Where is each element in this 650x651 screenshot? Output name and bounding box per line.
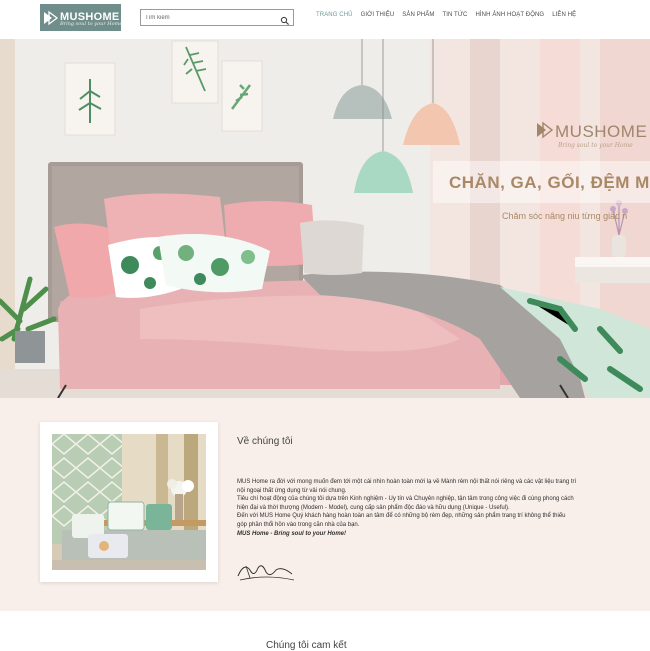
search-icon[interactable] xyxy=(280,13,290,26)
about-paragraph: Đến với MUS Home Quý khách hàng hoàn toà… xyxy=(237,513,566,528)
nav-item-about[interactable]: GIỚI THIỆU xyxy=(361,12,395,22)
hero-title: CHĂN, GA, GỐI, ĐỆM MU xyxy=(449,173,650,192)
about-slogan: MUS Home - Bring soul to your Home! xyxy=(237,530,347,537)
showroom-image xyxy=(50,433,206,570)
nav-item-gallery[interactable]: HÌNH ẢNH HOẠT ĐỘNG xyxy=(475,12,544,22)
commitment-heading: Chúng tôi cam kết xyxy=(266,640,347,651)
commitment-section: Chúng tôi cam kết xyxy=(0,611,650,651)
hero-banner[interactable]: MUSHOME Bring soul to your Home CHĂN, GA… xyxy=(0,39,650,398)
nav-item-products[interactable]: SẢN PHẨM xyxy=(402,12,434,22)
logo-mark-icon xyxy=(43,10,59,26)
logo-tagline: Bring soul to your Home xyxy=(60,21,123,27)
hero-subtitle: Chăm sóc nâng niu từng giấc n xyxy=(502,211,628,221)
about-heading: Về chúng tôi xyxy=(237,436,293,447)
search-box xyxy=(140,9,294,26)
about-photo-frame xyxy=(40,422,218,582)
site-header: MUSHOME Bring soul to your Home TRANG CH… xyxy=(0,0,650,39)
about-text: MUS Home ra đời với mong muốn đem tới mộ… xyxy=(237,478,577,538)
nav-item-news[interactable]: TIN TỨC xyxy=(442,12,467,22)
hero-logo-tagline: Bring soul to your Home xyxy=(558,142,633,149)
about-section: Về chúng tôi MUS Home ra đời với mong mu… xyxy=(0,398,650,611)
nav-item-home[interactable]: TRANG CHỦ xyxy=(316,12,353,22)
search-input[interactable] xyxy=(141,10,275,25)
hero-logo-text: MUSHOME xyxy=(555,122,648,141)
hero-logo-mark-icon xyxy=(536,121,554,144)
nav-item-contact[interactable]: LIÊN HỆ xyxy=(552,12,576,22)
main-nav: TRANG CHỦ GIỚI THIỆU SẢN PHẨM TIN TỨC HÌ… xyxy=(316,12,584,22)
about-paragraph: Tiêu chí hoạt động của chúng tôi dựa trê… xyxy=(237,496,574,511)
signature-icon xyxy=(236,558,296,584)
about-paragraph: MUS Home ra đời với mong muốn đem tới mộ… xyxy=(237,479,577,494)
brand-logo[interactable]: MUSHOME Bring soul to your Home xyxy=(40,4,123,31)
hero-brand-logo: MUSHOME Bring soul to your Home xyxy=(536,120,647,156)
